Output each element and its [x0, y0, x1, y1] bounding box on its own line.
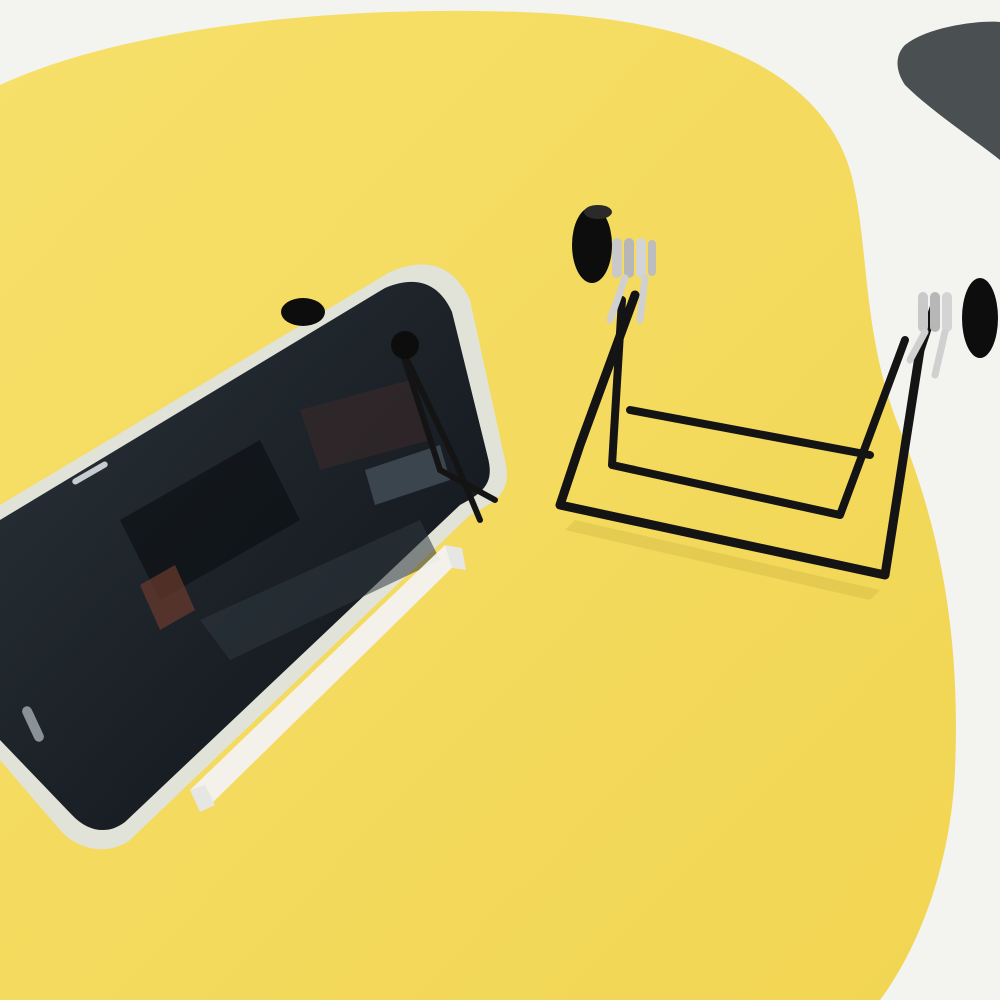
- knob-icon: [572, 207, 612, 283]
- photo-scene: [0, 0, 1000, 1000]
- knob-icon: [391, 331, 419, 359]
- scene-svg: [0, 0, 1000, 1000]
- knob-icon: [584, 205, 612, 219]
- knob-icon: [962, 278, 998, 358]
- knob-icon: [281, 298, 325, 326]
